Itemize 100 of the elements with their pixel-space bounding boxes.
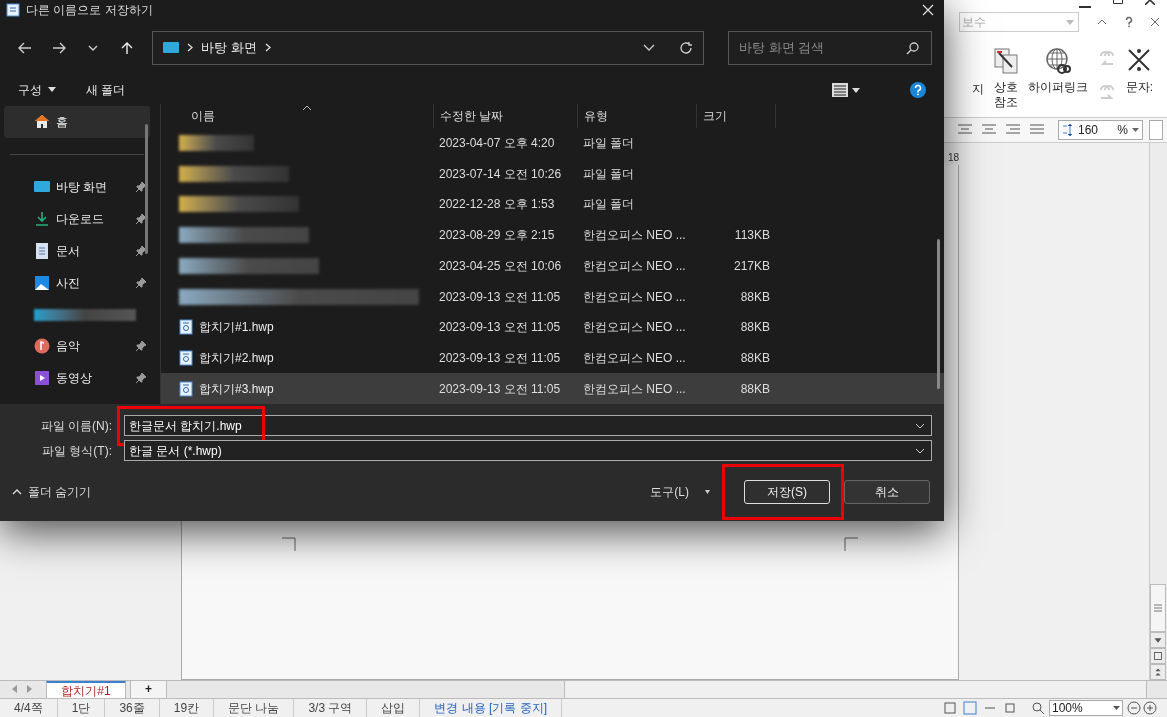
- status-item: 삽입: [367, 699, 421, 717]
- scroll-grip-icon[interactable]: [1150, 584, 1166, 632]
- vertical-scrollbar[interactable]: [1149, 143, 1167, 680]
- sidebar-item[interactable]: 홈: [4, 106, 150, 138]
- date-cell-text: 2023-09-13 오전 11:05: [438, 349, 562, 367]
- field-label: 파일 형식(T):: [41, 442, 112, 460]
- status-item: 36줄: [105, 699, 160, 717]
- file-name[interactable]: 합치기#1.hwp: [199, 318, 274, 337]
- horizontal-scrollbar[interactable]: [564, 681, 1147, 698]
- track-changes-link[interactable]: 변경 내용 [기록 중지]: [420, 699, 563, 717]
- file-row[interactable]: 2023-07-14 오전 10:26 파일 폴더: [161, 158, 944, 190]
- view-list-icon[interactable]: [832, 82, 860, 97]
- caret-icon: [705, 489, 710, 494]
- size-cell: 113KB: [734, 228, 770, 243]
- zoom-dropdown[interactable]: 100%: [1049, 700, 1123, 716]
- chevron-down-icon: [915, 447, 925, 454]
- hide-folders-button[interactable]: 폴더 숨기기: [12, 482, 92, 501]
- date-cell-text: 2023-04-07 오후 4:20: [438, 135, 556, 153]
- sidebar-item[interactable]: 바탕 화면: [4, 171, 150, 203]
- date-cell-text: 2023-09-13 오전 11:05: [438, 319, 562, 337]
- scroll-down-icon[interactable]: [1150, 632, 1166, 648]
- file-row[interactable]: 합치기#1.hwp 2023-09-13 오전 11:05 한컴오피스 NEO ... 88KB: [161, 311, 944, 343]
- close-icon[interactable]: [1145, 0, 1155, 5]
- file-name[interactable]: 합치기#2.hwp: [199, 348, 274, 367]
- zoom-in-icon[interactable]: [1143, 701, 1157, 715]
- address-bar[interactable]: 바탕 화면: [152, 30, 704, 65]
- file-row[interactable]: 2023-04-07 오후 4:20 파일 폴더: [161, 127, 944, 159]
- caret-icon: [1066, 19, 1074, 25]
- ribbon-button[interactable]: 상호 참조: [993, 38, 1018, 110]
- filename-field[interactable]: 한글문서 합치기.hwp: [124, 415, 932, 436]
- file-row[interactable]: 합치기#3.hwp 2023-09-13 오전 11:05 한컴오피스 NEO ... 88KB: [161, 373, 944, 404]
- ribbon-button[interactable]: 하이퍼링크: [1027, 38, 1088, 95]
- column-header[interactable]: 이름: [161, 104, 433, 128]
- globe-link-icon: [1044, 48, 1071, 74]
- file-row[interactable]: 합치기#2.hwp 2023-09-13 오전 11:05 한컴오피스 NEO ... 88KB: [161, 342, 944, 374]
- ribbon-button[interactable]: 지: [971, 38, 984, 98]
- scrollbar-thumb[interactable]: [937, 239, 940, 389]
- field-label: 파일 이름(N):: [39, 417, 112, 435]
- chevron-down-icon[interactable]: [643, 43, 655, 52]
- refresh-icon[interactable]: [679, 40, 693, 55]
- sidebar-item[interactable]: 음악: [4, 330, 150, 362]
- hwp-file-icon: [179, 349, 193, 366]
- scrollbar-thumb[interactable]: [145, 124, 148, 254]
- size-cell: 88KB: [740, 320, 770, 335]
- organize-menu[interactable]: 구성: [18, 80, 56, 99]
- size-cell: 88KB: [740, 350, 770, 365]
- date-cell-text: 2023-09-13 오전 11:05: [438, 288, 562, 306]
- desktop-icon: [34, 179, 50, 195]
- home-icon: [34, 114, 50, 130]
- prev-page-icon[interactable]: [1150, 664, 1166, 680]
- maximize-icon[interactable]: [1113, 0, 1123, 4]
- ribbon-button[interactable]: 문자:: [1125, 38, 1153, 95]
- file-row[interactable]: 2023-04-25 오전 10:06 한컴오피스 NEO ... 217KB: [161, 250, 944, 282]
- file-row[interactable]: 2023-09-13 오전 11:05 한컴오피스 NEO ... 88KB: [161, 281, 944, 312]
- field-value: 한글문서 합치기.hwp: [129, 417, 242, 435]
- corner-mark-icon: [844, 537, 858, 551]
- date-cell-text: 2023-09-13 오전 11:05: [438, 380, 562, 398]
- blurred-item[interactable]: [34, 308, 136, 321]
- page-icon[interactable]: [1150, 648, 1166, 664]
- music-note-icon: [34, 338, 50, 354]
- sidebar-item[interactable]: 다운로드: [4, 203, 150, 235]
- column-header[interactable]: 수정한 날짜: [433, 104, 577, 128]
- filetype-dropdown[interactable]: 한글 문서 (*.hwp): [124, 440, 932, 461]
- column-header[interactable]: 유형: [577, 104, 696, 128]
- save-button[interactable]: 저장(S): [744, 479, 830, 504]
- column-header[interactable]: 크기: [696, 104, 776, 128]
- document-tab[interactable]: +: [130, 681, 167, 698]
- desktop-icon: [163, 41, 179, 54]
- sidebar-item[interactable]: 사진: [4, 267, 150, 299]
- file-row[interactable]: 2022-12-28 오후 1:53 파일 폴더: [161, 189, 944, 220]
- status-item: 19칸: [159, 699, 215, 717]
- line-spacing-icon: [1062, 123, 1074, 137]
- date-cell-text: 2023-08-29 오후 2:15: [438, 227, 556, 245]
- file-name[interactable]: 합치기#3.hwp: [199, 379, 274, 398]
- cancel-button[interactable]: 취소: [844, 479, 930, 504]
- line-spacing-field[interactable]: 160 %: [1058, 120, 1143, 140]
- caret-icon: [1113, 706, 1120, 710]
- hwp-file-icon: [179, 319, 193, 336]
- caret-icon: [1132, 128, 1139, 132]
- help-icon[interactable]: [910, 81, 926, 98]
- collapse-icon[interactable]: [1097, 19, 1107, 25]
- ruler-number: 18: [947, 151, 959, 165]
- sidebar-item[interactable]: 동영상: [4, 362, 150, 394]
- document-tab[interactable]: 합치기#1: [46, 681, 126, 698]
- type-cell-text: 한컴오피스 NEO ...: [582, 227, 687, 245]
- zoom-out-icon[interactable]: [1127, 701, 1141, 715]
- size-cell: 88KB: [740, 381, 770, 396]
- window-title: 다른 이름으로 저장하기: [26, 2, 153, 18]
- close-icon[interactable]: [1151, 18, 1159, 26]
- sidebar-item[interactable]: 문서: [4, 235, 150, 267]
- date-cell-text: 2023-07-14 오전 10:26: [438, 165, 563, 183]
- tools-menu[interactable]: 도구(L): [650, 482, 710, 501]
- search-field[interactable]: 바탕 화면 검색: [728, 30, 932, 65]
- status-item: 3/3 구역: [294, 699, 368, 717]
- chevron-up-icon: [12, 488, 22, 495]
- file-row[interactable]: 2023-08-29 오후 2:15 한컴오피스 NEO ... 113KB: [161, 219, 944, 251]
- status-item: 문단 나눔: [214, 699, 295, 717]
- unit-label: %: [1117, 122, 1128, 139]
- new-folder-button[interactable]: 새 폴더: [86, 80, 126, 99]
- path-segment[interactable]: 바탕 화면: [201, 37, 257, 58]
